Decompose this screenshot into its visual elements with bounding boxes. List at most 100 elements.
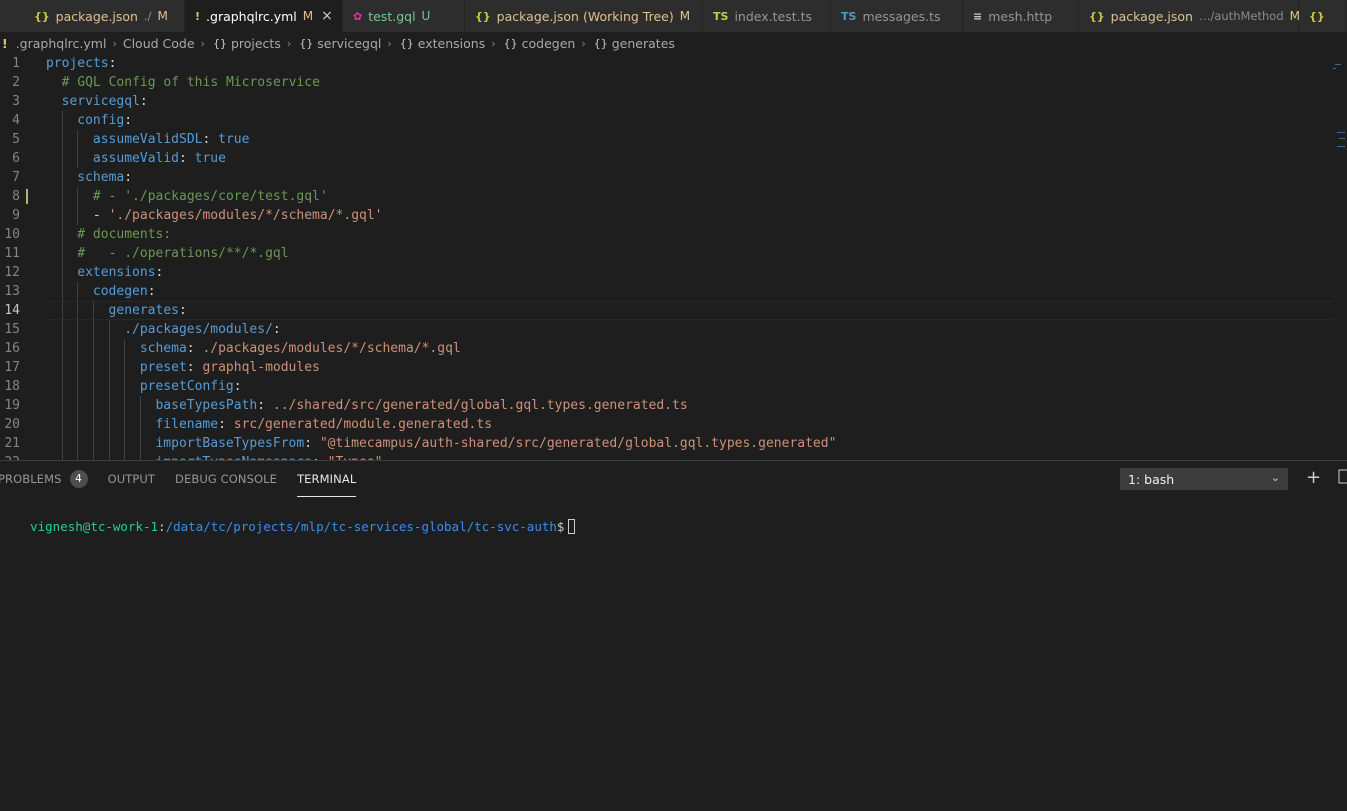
indent-guide bbox=[77, 149, 79, 168]
code-token: extensions bbox=[77, 265, 156, 280]
tab-output[interactable]: OUTPUT bbox=[108, 461, 155, 497]
code-line[interactable]: 11 # - ./operations/**/*.gql bbox=[0, 244, 1347, 263]
code-line[interactable]: 19 baseTypesPath: ../shared/src/generated… bbox=[0, 396, 1347, 415]
code-token: : bbox=[179, 303, 187, 318]
code-token: schema bbox=[77, 170, 125, 185]
tab-label: mesh.http bbox=[988, 8, 1053, 24]
code-token: generates bbox=[108, 303, 179, 318]
code-editor[interactable]: 1 projects: 2 # GQL Config of this Microser… bbox=[0, 54, 1347, 460]
editor-tab[interactable]: TS messages.ts bbox=[831, 0, 963, 32]
code-token: src/generated/module.generated.ts bbox=[233, 417, 493, 432]
code-line[interactable]: 4 config: bbox=[0, 111, 1347, 130]
code-text: # GQL Config of this Microservice bbox=[62, 73, 320, 92]
code-token: ./packages/modules/ bbox=[124, 322, 273, 337]
code-line[interactable]: 3 servicegql: bbox=[0, 92, 1347, 111]
code-line[interactable]: 1 projects: bbox=[0, 54, 1347, 73]
indent-guide bbox=[92, 358, 94, 377]
breadcrumb-item[interactable]: Cloud Code bbox=[121, 36, 197, 51]
code-line[interactable]: 2 # GQL Config of this Microservice bbox=[0, 73, 1347, 92]
breadcrumb: ! .graphqlrc.yml › Cloud Code ›{} projects ›{}… bbox=[0, 32, 1347, 54]
editor-tab[interactable]: {} package.json ./ M bbox=[0, 0, 185, 32]
split-terminal-button[interactable] bbox=[1338, 469, 1347, 491]
indent-guide bbox=[61, 320, 63, 339]
breadcrumb-item[interactable]: {} extensions bbox=[396, 36, 487, 51]
code-line[interactable]: 16 schema: ./packages/modules/*/schema/*.… bbox=[0, 339, 1347, 358]
terminal-output[interactable]: vignesh@tc-work-1:/data/tc/projects/mlp/… bbox=[0, 498, 576, 555]
line-number: 19 bbox=[4, 398, 20, 413]
breadcrumb-item[interactable]: {} servicegql bbox=[295, 36, 383, 51]
code-line[interactable]: 21 importBaseTypesFrom: "@timecampus/auth… bbox=[0, 434, 1347, 453]
editor-tab[interactable]: ≡ mesh.http bbox=[963, 0, 1079, 32]
object-icon: {} bbox=[503, 36, 518, 50]
line-number: 3 bbox=[12, 94, 20, 109]
code-line[interactable]: 12 extensions: bbox=[0, 263, 1347, 282]
code-token: # documents: bbox=[77, 227, 172, 242]
code-token: ./packages/modules/*/schema/*.gql bbox=[202, 341, 461, 356]
editor-tab[interactable]: ✿ test.gql U bbox=[343, 0, 465, 32]
code-token: : bbox=[155, 265, 164, 280]
line-number: 8 bbox=[12, 189, 20, 204]
code-line[interactable]: 20 filename: src/generated/module.generat… bbox=[0, 415, 1347, 434]
editor-tab[interactable]: ! .graphqlrc.yml M × bbox=[185, 0, 343, 32]
editor-tab-bar: {} package.json ./ M! .graphqlrc.yml M × ✿ test.… bbox=[0, 0, 1347, 32]
terminal-shell-select[interactable]: 1: bash ⌄ bbox=[1120, 468, 1288, 490]
code-text: assumeValidSDL: true bbox=[93, 130, 250, 149]
panel-tab-label: PROBLEMS bbox=[0, 472, 62, 486]
code-token: './packages/modules/*/schema/*.gql' bbox=[108, 208, 383, 223]
indent-guide bbox=[124, 339, 126, 358]
line-number: 11 bbox=[4, 246, 20, 261]
editor-tab[interactable]: {} package.json …/authMethod M bbox=[1079, 0, 1300, 32]
indent-guide bbox=[124, 396, 126, 415]
code-line[interactable]: 15 ./packages/modules/: bbox=[0, 320, 1347, 339]
line-number: 22 bbox=[0, 453, 20, 460]
tab-problems[interactable]: PROBLEMS 4 bbox=[0, 461, 88, 497]
code-line[interactable]: 18 presetConfig: bbox=[0, 377, 1347, 396]
breadcrumb-item[interactable]: {} projects bbox=[209, 36, 283, 51]
code-line[interactable]: 6 assumeValid: true bbox=[0, 149, 1347, 168]
code-line[interactable]: 8 # - './packages/core/test.gql' bbox=[0, 187, 1347, 206]
indent-guide bbox=[124, 358, 126, 377]
breadcrumb-item-label: codegen bbox=[521, 35, 576, 51]
indent-guide bbox=[77, 130, 79, 149]
indent-guide bbox=[61, 377, 63, 396]
breadcrumb-item-label: extensions bbox=[417, 35, 486, 51]
code-token: true bbox=[218, 132, 250, 147]
breadcrumb-item[interactable]: .graphqlrc.yml bbox=[14, 36, 109, 51]
close-icon[interactable]: × bbox=[321, 8, 333, 24]
tab-debug-console[interactable]: DEBUG CONSOLE bbox=[175, 461, 277, 497]
chevron-right-icon: › bbox=[581, 36, 586, 50]
code-line[interactable]: 17 preset: graphql-modules bbox=[0, 358, 1347, 377]
new-terminal-button[interactable]: + bbox=[1306, 467, 1321, 489]
code-line[interactable]: 14 generates: bbox=[0, 301, 1347, 320]
breadcrumb-item[interactable]: {} codegen bbox=[500, 36, 578, 51]
code-line[interactable]: 5 assumeValidSDL: true bbox=[0, 130, 1347, 149]
indent-guide bbox=[108, 320, 110, 339]
code-token: - bbox=[92, 208, 109, 223]
indent-guide bbox=[92, 320, 94, 339]
editor-tab[interactable]: {} package.json (Working Tree) M bbox=[465, 0, 703, 32]
indent-guide bbox=[139, 434, 141, 453]
tab-label: package.json (Working Tree) bbox=[496, 8, 674, 24]
panel-tab-label: OUTPUT bbox=[107, 472, 156, 486]
editor-tab[interactable]: {} bbox=[1299, 0, 1347, 32]
code-line[interactable]: 10 # documents: bbox=[0, 225, 1347, 244]
indent-guide bbox=[124, 415, 126, 434]
code-text: config: bbox=[77, 111, 132, 130]
breadcrumb-item[interactable]: {} generates bbox=[590, 36, 677, 51]
indent-guide bbox=[77, 320, 79, 339]
code-token: graphql-modules bbox=[202, 360, 320, 375]
code-token: : bbox=[202, 132, 219, 147]
code-token: : bbox=[257, 398, 273, 413]
chevron-right-icon: › bbox=[286, 36, 292, 50]
line-number: 5 bbox=[12, 132, 20, 147]
editor-tab[interactable]: TS index.test.ts bbox=[703, 0, 831, 32]
code-line[interactable]: 9 - './packages/modules/*/schema/*.gql' bbox=[0, 206, 1347, 225]
panel-tab-bar: PROBLEMS 4 OUTPUT DEBUG CONSOLE TERMINAL bbox=[0, 461, 376, 497]
code-line[interactable]: 22 importTypesNamespace: "Types" bbox=[0, 453, 1347, 460]
indent-guide bbox=[61, 187, 63, 206]
indent-guide bbox=[92, 434, 94, 453]
code-text: projects: bbox=[46, 54, 116, 73]
tab-terminal[interactable]: TERMINAL bbox=[297, 461, 357, 497]
code-line[interactable]: 13 codegen: bbox=[0, 282, 1347, 301]
code-line[interactable]: 7 schema: bbox=[0, 168, 1347, 187]
